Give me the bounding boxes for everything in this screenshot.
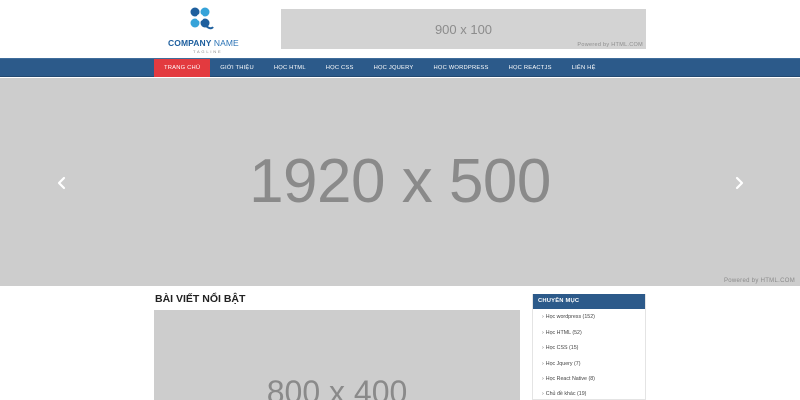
category-label: Học wordpress (152) xyxy=(545,314,595,320)
logo-tagline: TAGLINE xyxy=(193,49,223,54)
category-item-html[interactable]: › Học HTML (52) xyxy=(542,330,582,336)
page: COMPANY NAME TAGLINE 900 x 100 Powered b… xyxy=(0,0,800,400)
featured-title: Bài viết nổi bật xyxy=(155,293,246,305)
nav-item-html[interactable]: Học HTML xyxy=(264,59,316,77)
category-item-css[interactable]: › Học CSS (15) xyxy=(542,345,578,351)
category-widget: Chuyên mục › Học wordpress (152) › Học HTM… xyxy=(532,294,646,400)
category-item-other[interactable]: › Chủ đề khác (19) xyxy=(542,391,586,397)
main-nav: Trang chủ Giới thiệu Học HTML Học CSS Họ… xyxy=(0,58,800,77)
nav-items: Trang chủ Giới thiệu Học HTML Học CSS Họ… xyxy=(154,59,606,77)
featured-image[interactable]: 800 x 400 xyxy=(154,310,520,400)
bullet-icon: › xyxy=(542,314,544,320)
nav-item-jquery[interactable]: Học Jquery xyxy=(364,59,424,77)
category-label: Học HTML (52) xyxy=(545,330,582,336)
nav-item-reactjs[interactable]: Học ReactJS xyxy=(499,59,562,77)
chevron-left-icon[interactable] xyxy=(55,176,69,190)
category-label: Học React Native (8) xyxy=(545,376,595,382)
nav-item-home[interactable]: Trang chủ xyxy=(154,59,211,77)
logo-name-bold: COMPANY xyxy=(168,38,212,48)
logo-name: COMPANY NAME xyxy=(168,38,239,48)
bullet-icon: › xyxy=(542,345,544,351)
site-logo[interactable]: COMPANY NAME TAGLINE xyxy=(165,6,245,54)
featured-placeholder-text: 800 x 400 xyxy=(266,374,408,400)
nav-item-css[interactable]: Học CSS xyxy=(316,59,364,77)
chevron-right-icon[interactable] xyxy=(732,176,746,190)
bullet-icon: › xyxy=(542,330,544,336)
nav-item-contact[interactable]: Liên hệ xyxy=(562,59,606,77)
category-label: Học Jquery (7) xyxy=(545,361,581,367)
site-header: COMPANY NAME TAGLINE 900 x 100 Powered b… xyxy=(0,0,800,58)
bullet-icon: › xyxy=(542,361,544,367)
category-label: Học CSS (15) xyxy=(545,345,579,351)
logo-name-light: NAME xyxy=(213,38,239,48)
category-widget-title: Chuyên mục xyxy=(533,294,645,309)
bullet-icon: › xyxy=(542,391,544,397)
category-item-react-native[interactable]: › Học React Native (8) xyxy=(542,376,595,382)
nav-item-wordpress[interactable]: Học Wordpress xyxy=(423,59,498,77)
header-ad-banner[interactable]: 900 x 100 Powered by HTML.COM xyxy=(281,9,646,49)
bullet-icon: › xyxy=(542,376,544,382)
category-item-jquery[interactable]: › Học Jquery (7) xyxy=(542,361,581,367)
category-item-wordpress[interactable]: › Học wordpress (152) xyxy=(542,314,595,320)
category-label: Chủ đề khác (19) xyxy=(545,391,587,397)
logo-mark-icon xyxy=(190,7,214,30)
hero-slider[interactable]: 1920 x 500 Powered by HTML.COM xyxy=(0,78,800,286)
slider-powered-by: Powered by HTML.COM xyxy=(723,278,795,284)
nav-item-about[interactable]: Giới thiệu xyxy=(210,59,264,77)
banner-powered-by: Powered by HTML.COM xyxy=(577,42,643,48)
slider-placeholder-text: 1920 x 500 xyxy=(249,147,551,216)
